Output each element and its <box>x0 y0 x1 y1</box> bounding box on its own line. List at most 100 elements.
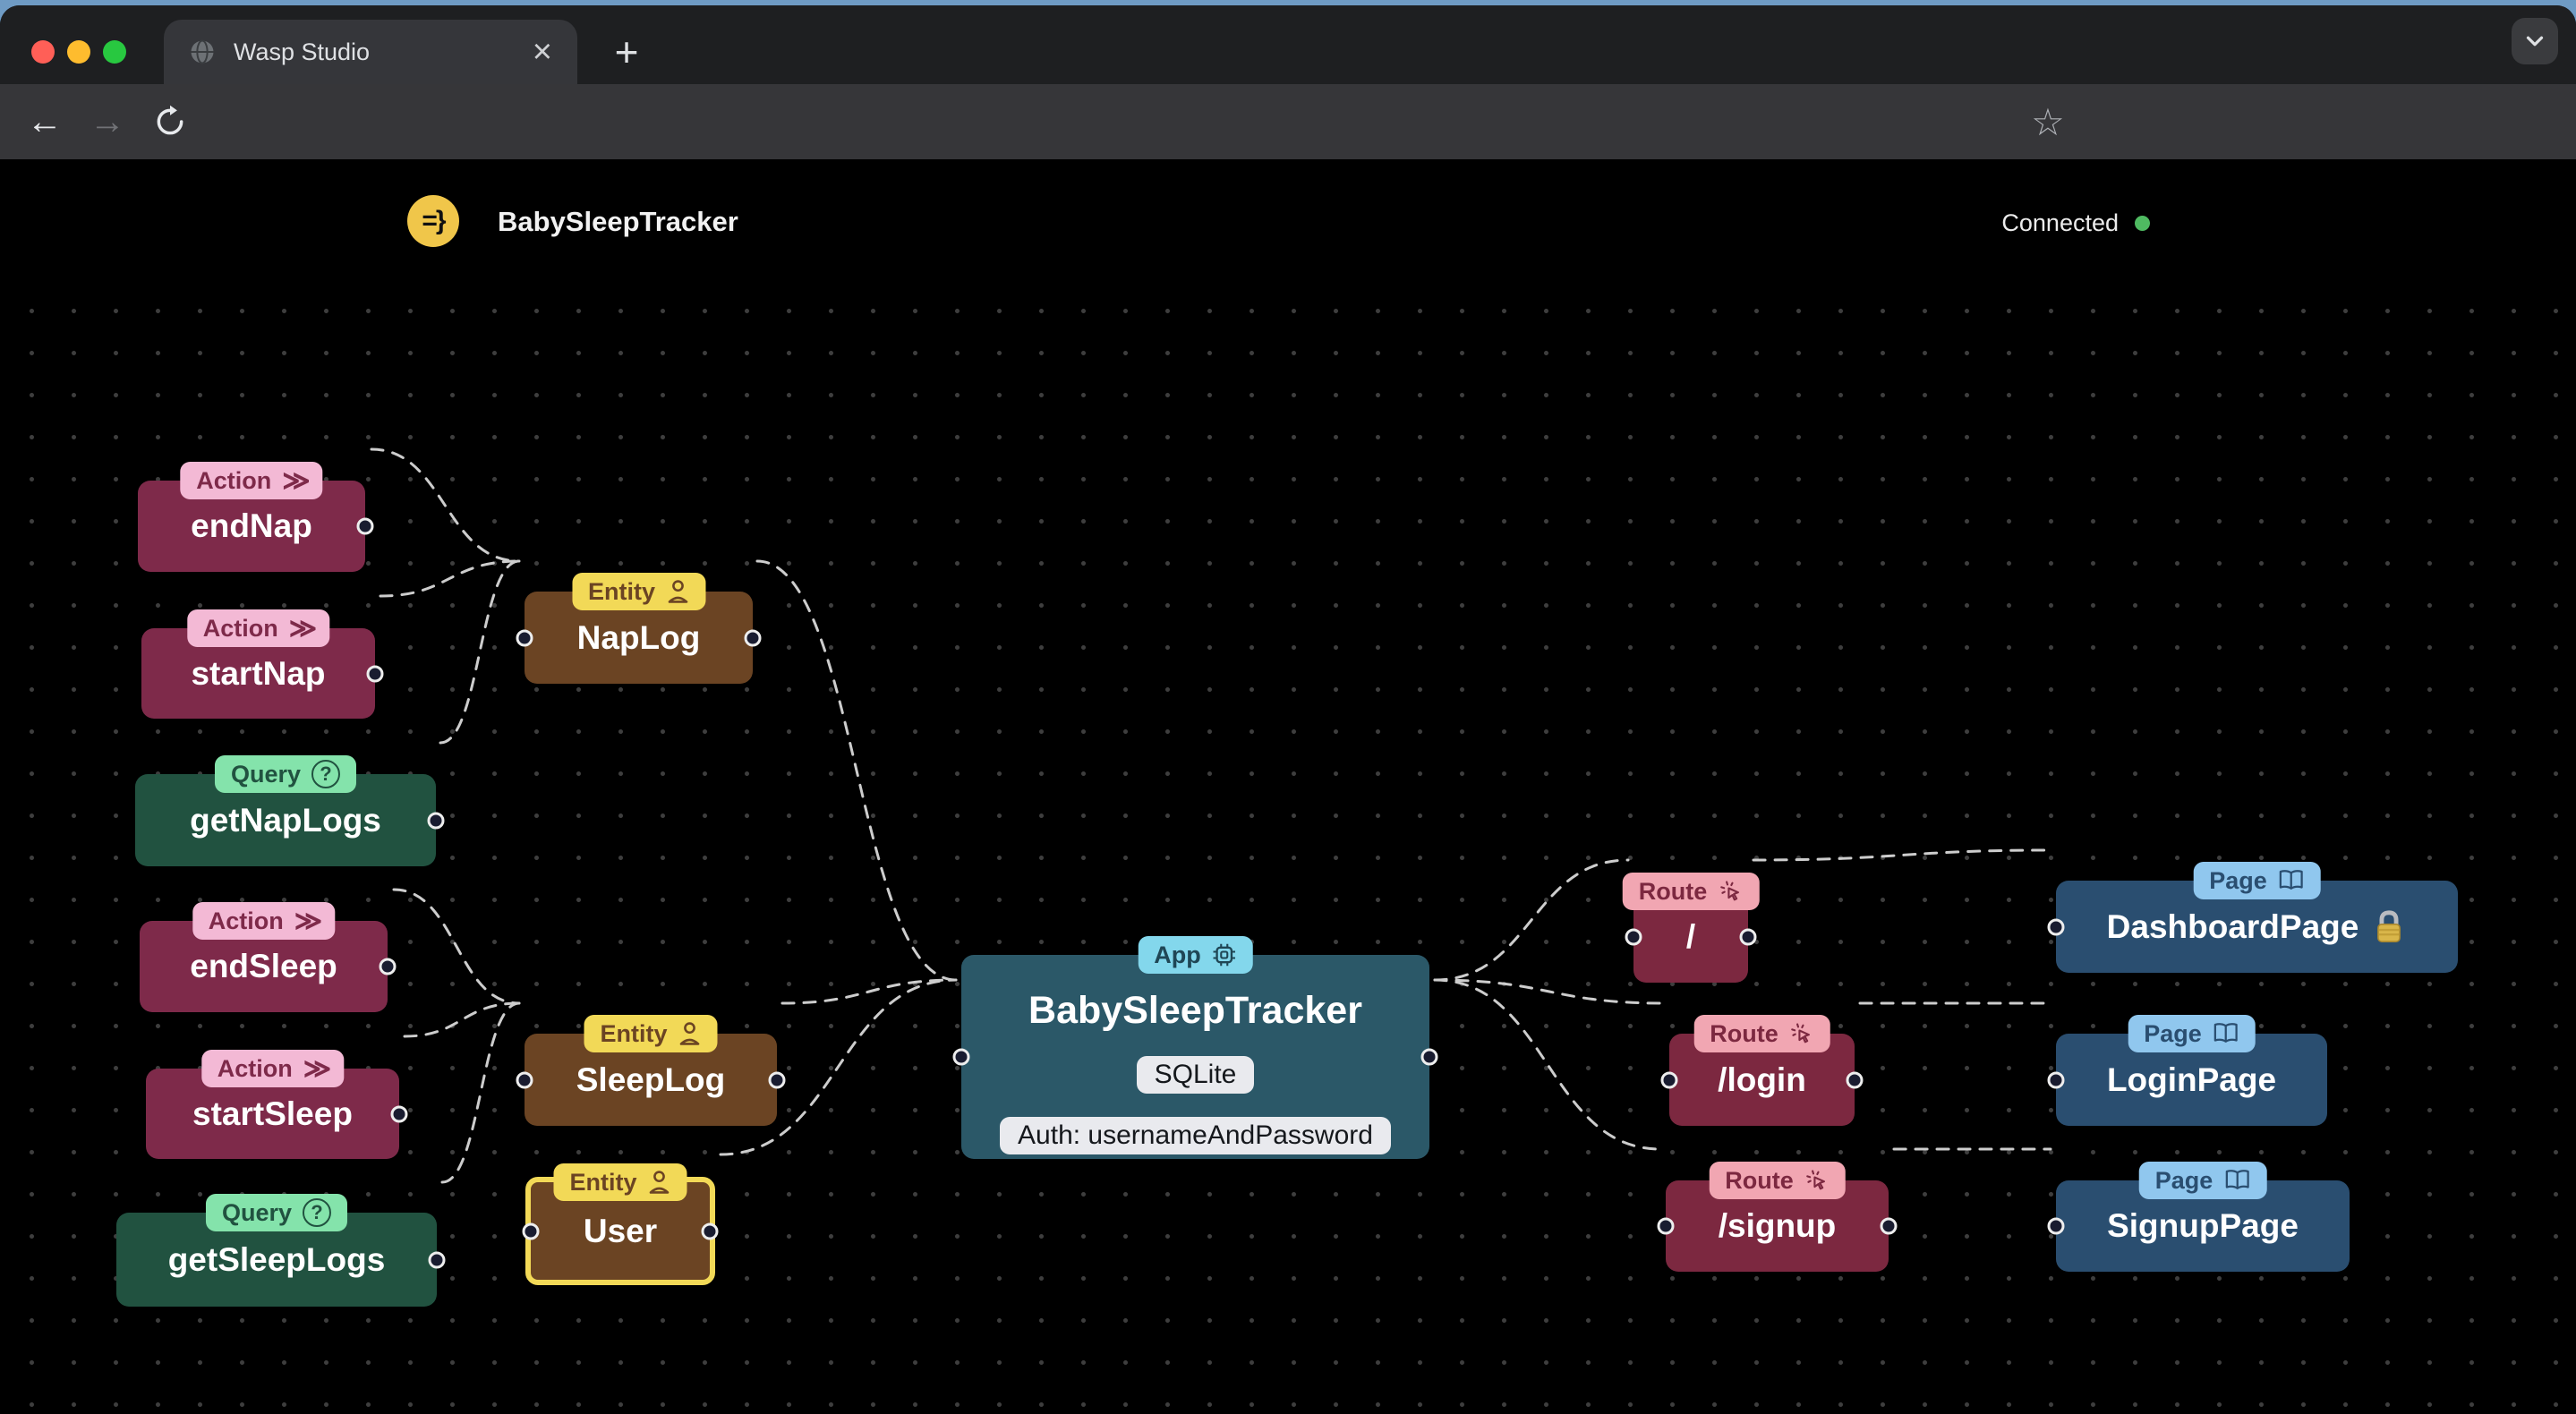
node-action-endsleep[interactable]: Action ≫ endSleep <box>140 902 397 1012</box>
node-entity-sleeplog[interactable]: Entity SleepLog <box>516 1015 786 1126</box>
open-book-icon <box>2213 1023 2238 1043</box>
query-badge: Query ? <box>214 755 357 793</box>
node-page-dashboardpage[interactable]: Page DashboardPage <box>2047 862 2458 973</box>
badge-label: Route <box>1710 1019 1778 1047</box>
chevrons-right-icon: ≫ <box>303 1053 331 1084</box>
node-query-getsleeplogs[interactable]: Query ? getSleepLogs <box>116 1194 446 1307</box>
question-icon: ? <box>311 760 341 788</box>
page-badge: Page <box>2138 1162 2267 1199</box>
close-tab-icon[interactable]: × <box>533 35 552 69</box>
node-action-startsleep[interactable]: Action ≫ startSleep <box>146 1050 408 1159</box>
page-title: BabySleepTracker <box>498 206 738 237</box>
badge-label: Page <box>2209 866 2267 894</box>
badge-label: Page <box>2144 1019 2202 1047</box>
node-action-endnap[interactable]: Action ≫ endNap <box>138 462 374 572</box>
reload-icon <box>157 105 183 135</box>
person-icon <box>649 1171 670 1194</box>
wasp-logo: =} <box>407 195 459 247</box>
zoom-window-button[interactable] <box>103 40 126 64</box>
node-app-babysleeptracker[interactable]: App BabySleepTracker SQLite Auth: userna… <box>952 936 1438 1159</box>
app-badge: App <box>1138 936 1253 974</box>
node-label: / <box>1685 918 1696 955</box>
minimize-window-button[interactable] <box>67 40 90 64</box>
node-label: NapLog <box>576 618 701 656</box>
tab-title: Wasp Studio <box>234 38 371 65</box>
badge-label: Page <box>2154 1166 2213 1194</box>
connection-handle <box>744 629 762 646</box>
badge-label: Entity <box>587 577 656 605</box>
node-label: User <box>583 1212 658 1249</box>
node-label-text: DashboardPage <box>2106 907 2359 945</box>
connection-status: Connected <box>2001 209 2150 237</box>
chevrons-right-icon: ≫ <box>282 465 310 496</box>
new-tab-button[interactable]: + <box>601 27 652 77</box>
node-label: /signup <box>1718 1207 1837 1244</box>
node-entity-naplog[interactable]: Entity NapLog <box>516 573 762 684</box>
node-label: getNapLogs <box>190 801 381 839</box>
connection-handle <box>952 1048 970 1066</box>
open-book-icon <box>2279 870 2303 890</box>
connection-handle <box>1846 1071 1864 1088</box>
node-route-signup[interactable]: Route /signup <box>1657 1162 1898 1272</box>
chevrons-right-icon: ≫ <box>294 906 322 936</box>
open-book-icon <box>2225 1170 2249 1189</box>
chevrons-right-icon: ≫ <box>288 613 317 643</box>
connection-handle <box>390 1105 408 1122</box>
bookmark-star-icon[interactable]: ☆ <box>2021 84 2075 159</box>
reload-button[interactable] <box>145 84 195 159</box>
connection-handle <box>1739 928 1757 946</box>
question-icon: ? <box>303 1198 332 1227</box>
connection-handle <box>1880 1217 1898 1235</box>
node-page-loginpage[interactable]: Page LoginPage <box>2047 1015 2327 1126</box>
cursor-click-icon <box>1719 881 1739 901</box>
badge-label: Action <box>196 466 272 494</box>
browser-toolbar: ← → localhost:4000 ☆ In <box>0 84 2576 229</box>
connection-handle <box>2047 1217 2065 1235</box>
connection-status-label: Connected <box>2001 209 2119 236</box>
node-action-startnap[interactable]: Action ≫ startNap <box>141 609 384 719</box>
node-label: startNap <box>191 654 326 692</box>
tab-search-button[interactable] <box>2512 18 2558 64</box>
back-button[interactable]: ← <box>20 84 70 159</box>
entity-badge: Entity <box>571 573 706 610</box>
node-label: getSleepLogs <box>167 1240 386 1278</box>
node-label: SleepLog <box>576 1060 726 1098</box>
wasp-studio-page: =} BabySleepTracker Connected Action ≫ e… <box>0 159 2576 1414</box>
action-badge: Action ≫ <box>186 609 330 647</box>
node-query-getnaplogs[interactable]: Query ? getNapLogs <box>135 755 445 866</box>
connection-handle <box>379 958 397 975</box>
globe-icon <box>191 39 214 64</box>
connection-handle <box>768 1071 786 1088</box>
lock-icon <box>2377 909 2401 942</box>
connection-handle <box>1420 1048 1438 1066</box>
person-icon <box>679 1022 700 1045</box>
chevron-down-icon <box>2526 36 2544 47</box>
node-route-root[interactable]: Route / <box>1622 873 1760 983</box>
action-badge: Action ≫ <box>192 902 336 940</box>
connection-handle <box>701 1222 719 1239</box>
connection-handle <box>427 812 445 829</box>
connection-handle <box>1657 1217 1675 1235</box>
node-entity-user[interactable]: Entity User <box>522 1163 719 1285</box>
close-window-button[interactable] <box>31 40 55 64</box>
forward-button[interactable]: → <box>82 84 132 159</box>
cursor-click-icon <box>1806 1170 1825 1190</box>
node-label: LoginPage <box>2106 1060 2277 1098</box>
browser-window: Wasp Studio × + ← → localhost:4000 <box>0 5 2576 1414</box>
connection-handle <box>522 1222 540 1239</box>
badge-label: Query <box>230 760 302 788</box>
node-label: SignupPage <box>2107 1207 2299 1244</box>
node-route-login[interactable]: Route /login <box>1660 1015 1864 1126</box>
cursor-click-icon <box>1791 1023 1810 1043</box>
badge-label: Route <box>1638 877 1708 905</box>
tab-wasp-studio[interactable]: Wasp Studio × <box>164 20 577 84</box>
connection-handle <box>428 1251 446 1268</box>
db-badge: SQLite <box>1136 1056 1255 1094</box>
badge-label: Query <box>221 1198 293 1226</box>
badge-label: Entity <box>600 1019 668 1047</box>
node-label: BabySleepTracker <box>1028 989 1362 1032</box>
connection-handle <box>1660 1071 1678 1088</box>
node-page-signuppage[interactable]: Page SignupPage <box>2047 1162 2350 1272</box>
node-label: endSleep <box>190 948 337 984</box>
screen: Wasp Studio × + ← → localhost:4000 <box>0 0 2576 1414</box>
